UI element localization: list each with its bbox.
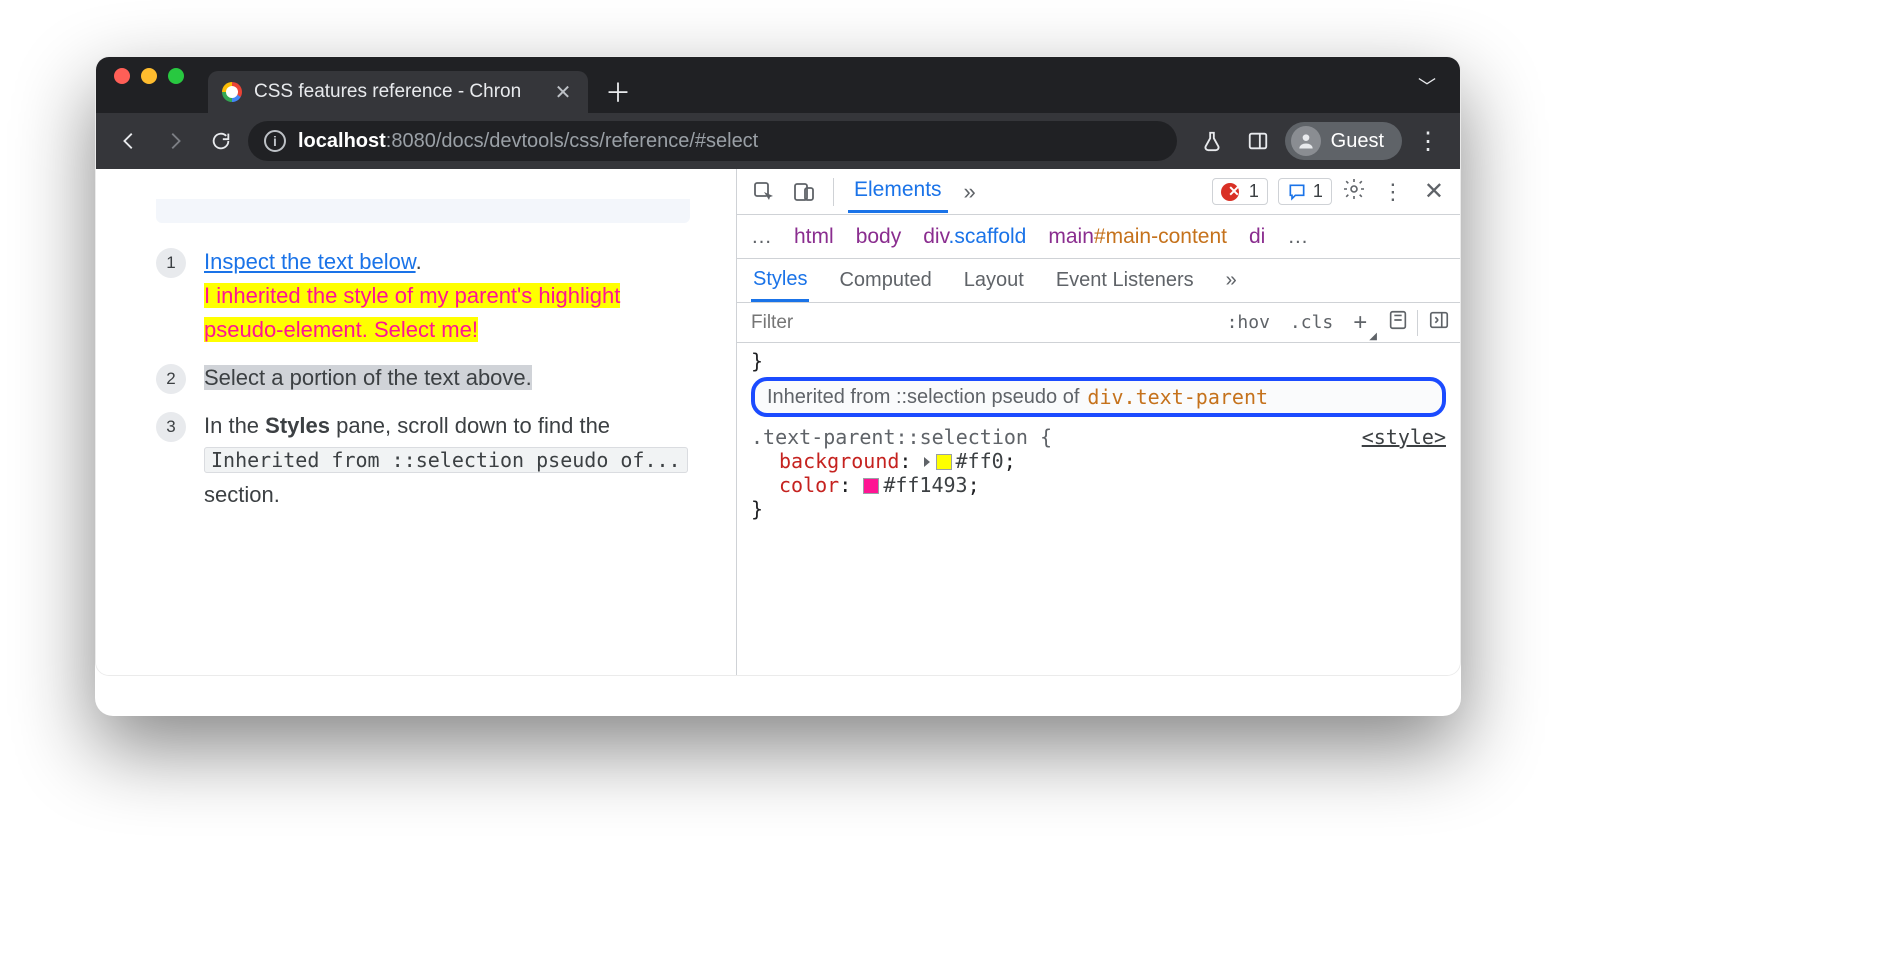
crumb-truncated[interactable]: di (1249, 225, 1265, 249)
device-toggle-icon[interactable] (789, 177, 819, 207)
close-tab-button[interactable]: ✕ (552, 81, 574, 103)
messages-badge[interactable]: 1 (1278, 178, 1332, 205)
styles-bold: Styles (265, 413, 330, 438)
address-bar[interactable]: i localhost:8080/docs/devtools/css/refer… (248, 121, 1177, 161)
styles-pane: } Inherited from ::selection pseudo of d… (737, 343, 1460, 531)
list-item: 1 Inspect the text below. I inherited th… (156, 245, 690, 347)
minimize-window-button[interactable] (141, 68, 157, 84)
titlebar: CSS features reference - Chron ✕ ＋ ﹀ (96, 57, 1460, 113)
tab-layout[interactable]: Layout (962, 261, 1026, 300)
cls-toggle[interactable]: .cls (1280, 312, 1343, 333)
content-area: 1 Inspect the text below. I inherited th… (96, 169, 1460, 675)
close-window-button[interactable] (114, 68, 130, 84)
crumb-prev[interactable]: … (751, 225, 772, 249)
side-panel-icon[interactable] (1239, 122, 1277, 160)
elements-tab[interactable]: Elements (848, 170, 948, 213)
devtools-panel: Elements » ✕1 1 ⋮ ✕ … html body div.scaf… (736, 169, 1460, 675)
list-item: 2 Select a portion of the text above. (156, 361, 690, 395)
inspect-link[interactable]: Inspect the text below (204, 249, 416, 274)
site-info-icon[interactable]: i (264, 130, 286, 152)
css-declaration[interactable]: background: #ff0; (751, 449, 1446, 473)
devtools-menu-button[interactable]: ⋮ (1376, 179, 1410, 205)
breadcrumb: … html body div.scaffold main#main-conte… (737, 215, 1460, 259)
toggle-sidebar-icon[interactable] (1418, 309, 1460, 337)
errors-badge[interactable]: ✕1 (1212, 178, 1268, 205)
profile-button[interactable]: Guest (1285, 122, 1402, 160)
forward-button[interactable] (156, 122, 194, 160)
devtools-toolbar: Elements » ✕1 1 ⋮ ✕ (737, 169, 1460, 215)
color-swatch-icon[interactable] (936, 454, 952, 470)
back-button[interactable] (110, 122, 148, 160)
labs-icon[interactable] (1193, 122, 1231, 160)
computed-styles-icon[interactable] (1379, 309, 1417, 337)
browser-tab[interactable]: CSS features reference - Chron ✕ (208, 71, 588, 113)
window-controls (114, 57, 208, 113)
text: pane, scroll down to find the (330, 413, 610, 438)
more-tabs-button[interactable]: » (958, 179, 982, 205)
crumb-body[interactable]: body (856, 225, 902, 249)
tab-computed[interactable]: Computed (837, 261, 933, 300)
crumb-next[interactable]: … (1287, 225, 1308, 249)
inherit-target: div.text-parent (1087, 385, 1268, 409)
bullet-3: 3 (156, 412, 186, 442)
tab-styles[interactable]: Styles (751, 260, 809, 302)
element-picker-icon[interactable] (749, 177, 779, 207)
reload-button[interactable] (202, 122, 240, 160)
text: section. (204, 482, 280, 507)
bullet-1: 1 (156, 248, 186, 278)
page-header-box (156, 199, 690, 223)
tabs-dropdown-button[interactable]: ﹀ (1418, 63, 1450, 113)
crumb-html[interactable]: html (794, 225, 834, 249)
chrome-favicon-icon (222, 82, 242, 102)
more-subtabs-button[interactable]: » (1224, 261, 1239, 300)
rule-close: } (751, 497, 1446, 521)
browser-window: CSS features reference - Chron ✕ ＋ ﹀ i l… (95, 56, 1461, 676)
crumb-div-scaffold[interactable]: div.scaffold (923, 225, 1026, 249)
url-host: localhost:8080/docs/devtools/css/referen… (298, 130, 758, 153)
tab-title: CSS features reference - Chron (254, 81, 521, 103)
crumb-main[interactable]: main#main-content (1048, 225, 1227, 249)
inherit-label: Inherited from ::selection pseudo of (767, 386, 1079, 409)
page-content: 1 Inspect the text below. I inherited th… (96, 169, 736, 675)
color-swatch-icon[interactable] (863, 478, 879, 494)
filter-input[interactable] (737, 312, 1217, 334)
css-declaration[interactable]: color: #ff1493; (751, 473, 1446, 497)
rule-selector[interactable]: .text-parent::selection { (751, 425, 1052, 449)
settings-icon[interactable] (1342, 177, 1366, 207)
rule-source-link[interactable]: <style> (1362, 425, 1446, 449)
punct: . (416, 249, 422, 274)
styles-filter-bar: :hov .cls +◢ (737, 303, 1460, 343)
avatar-icon (1291, 126, 1321, 156)
text: In the (204, 413, 265, 438)
inherited-section-header[interactable]: Inherited from ::selection pseudo of div… (751, 377, 1446, 417)
highlighted-text[interactable]: I inherited the style of my parent's hig… (204, 283, 620, 342)
css-rule-header: .text-parent::selection { <style> (751, 425, 1446, 449)
new-tab-button[interactable]: ＋ (598, 71, 638, 111)
browser-menu-button[interactable]: ⋮ (1410, 127, 1446, 156)
tab-event-listeners[interactable]: Event Listeners (1054, 261, 1196, 300)
fullscreen-window-button[interactable] (168, 68, 184, 84)
bullet-2: 2 (156, 364, 186, 394)
expand-icon[interactable] (924, 457, 930, 467)
prev-rule-close: } (751, 349, 1446, 373)
styles-subtabs: Styles Computed Layout Event Listeners » (737, 259, 1460, 303)
close-devtools-button[interactable]: ✕ (1420, 177, 1448, 206)
profile-label: Guest (1331, 130, 1384, 153)
list-item: 3 In the Styles pane, scroll down to fin… (156, 409, 690, 511)
code-snippet: Inherited from ::selection pseudo of... (204, 447, 688, 473)
selected-text: Select a portion of the text above. (204, 365, 532, 390)
browser-toolbar: i localhost:8080/docs/devtools/css/refer… (96, 113, 1460, 169)
hov-toggle[interactable]: :hov (1217, 312, 1280, 333)
